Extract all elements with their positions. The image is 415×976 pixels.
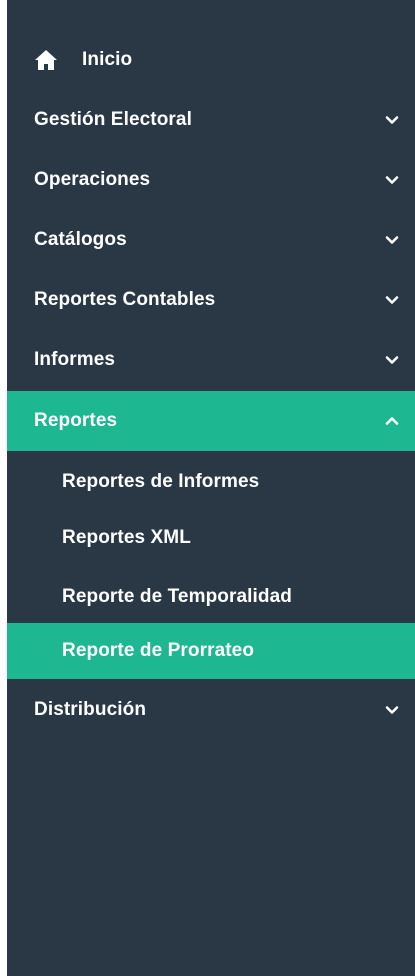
- chevron-down-icon: [385, 356, 399, 364]
- chevron-down-icon: [385, 706, 399, 714]
- nav-item-catalogos[interactable]: Catálogos: [7, 210, 415, 270]
- nav-item-label: Informes: [34, 349, 116, 370]
- submenu-item-label: Reporte de Prorrateo: [62, 640, 255, 661]
- submenu-item-reportes-de-informes[interactable]: Reportes de Informes: [7, 454, 415, 510]
- sidebar-nav: Inicio Gestión Electoral Operaciones Cat…: [7, 0, 415, 976]
- nav-item-label: Reportes: [34, 410, 118, 431]
- nav-item-label: Operaciones: [34, 169, 151, 190]
- nav-item-reportes-contables[interactable]: Reportes Contables: [7, 270, 415, 330]
- nav-item-label: Reportes Contables: [34, 289, 216, 310]
- nav-item-label: Gestión Electoral: [34, 109, 192, 130]
- submenu-item-label: Reportes de Informes: [62, 471, 260, 492]
- home-icon: [35, 50, 57, 70]
- nav-item-inicio[interactable]: Inicio: [7, 30, 415, 90]
- nav-item-informes[interactable]: Informes: [7, 330, 415, 390]
- nav-item-gestion-electoral[interactable]: Gestión Electoral: [7, 90, 415, 150]
- chevron-down-icon: [385, 296, 399, 304]
- chevron-down-icon: [385, 116, 399, 124]
- chevron-down-icon: [385, 176, 399, 184]
- chevron-down-icon: [385, 236, 399, 244]
- nav-item-distribucion[interactable]: Distribución: [7, 680, 415, 740]
- chevron-up-icon: [385, 417, 399, 425]
- submenu-item-label: Reportes XML: [62, 527, 191, 548]
- submenu-item-reporte-de-temporalidad[interactable]: Reporte de Temporalidad: [7, 569, 415, 625]
- nav-item-label: Distribución: [34, 699, 147, 720]
- nav-item-operaciones[interactable]: Operaciones: [7, 150, 415, 210]
- submenu-item-reportes-xml[interactable]: Reportes XML: [7, 510, 415, 566]
- nav-item-label: Catálogos: [34, 229, 127, 250]
- nav-item-label: Inicio: [82, 49, 133, 70]
- nav-item-reportes[interactable]: Reportes: [7, 391, 415, 451]
- submenu-item-reporte-de-prorrateo[interactable]: Reporte de Prorrateo: [7, 623, 415, 679]
- submenu-item-label: Reporte de Temporalidad: [62, 586, 292, 607]
